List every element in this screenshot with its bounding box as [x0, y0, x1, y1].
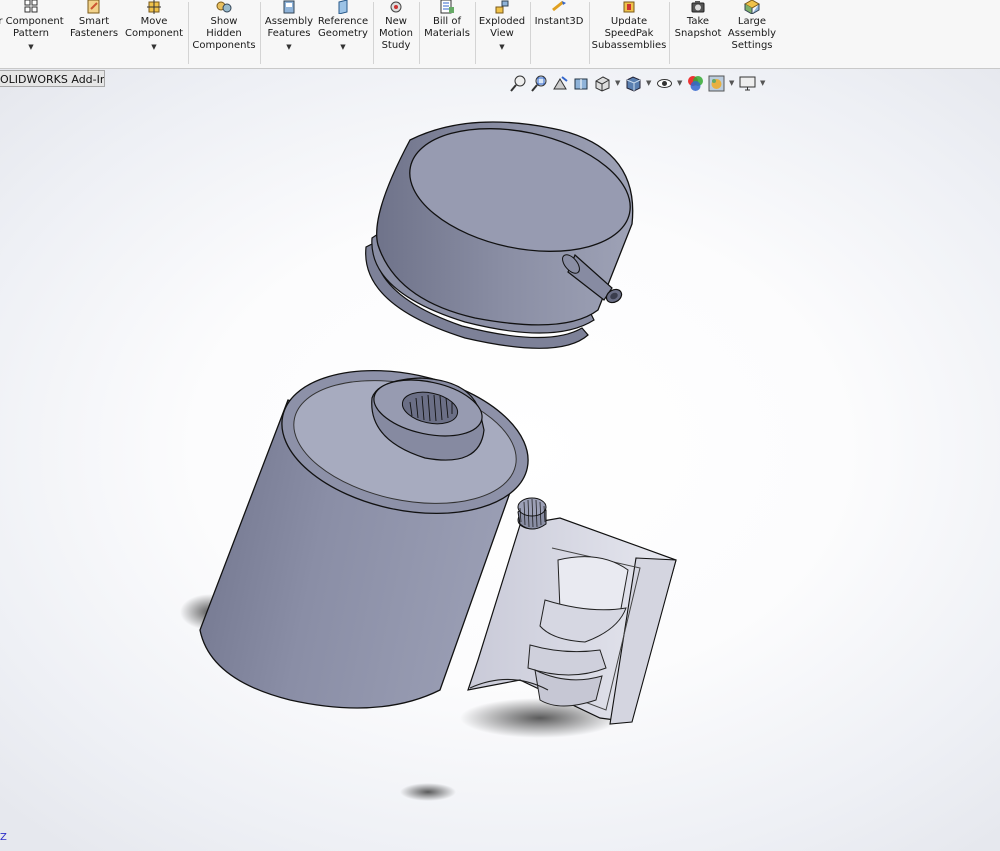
ribbon-button-label: Show Hidden Components: [192, 16, 256, 51]
ribbon-button-label: Update SpeedPak Subassemblies: [591, 16, 667, 51]
exploded-view-icon: [495, 0, 509, 14]
speedpak-icon: [623, 1, 635, 13]
chevron-down-icon[interactable]: ▼: [499, 41, 504, 53]
bill-of-materials-icon: [440, 0, 454, 14]
chevron-down-icon[interactable]: ▼: [151, 41, 156, 53]
reference-geometry-icon: [338, 0, 348, 14]
instant3d-icon: [552, 0, 566, 12]
ribbon-button-label: Bill of Materials: [424, 16, 470, 39]
model-mount-bracket[interactable]: [467, 517, 677, 725]
large-assembly-icon: [743, 0, 761, 14]
reference-geometry-button[interactable]: Reference Geometry ▼: [316, 0, 370, 66]
ribbon-button-label: New Motion Study: [379, 16, 413, 51]
camera-icon: [691, 1, 705, 13]
assembly-features-icon: [283, 0, 295, 14]
ribbon-separator: [475, 2, 476, 64]
new-motion-study-button[interactable]: New Motion Study: [375, 0, 417, 66]
exploded-view-button[interactable]: Exploded View ▼: [477, 0, 527, 66]
chevron-down-icon[interactable]: ▼: [28, 41, 33, 53]
show-hidden-components-button[interactable]: Show Hidden Components: [192, 0, 256, 66]
model-cap-part[interactable]: [365, 110, 642, 349]
ribbon-button-label: Large Assembly Settings: [727, 16, 777, 51]
linear-component-pattern-button[interactable]: r Component Pattern ▼: [0, 0, 66, 66]
ribbon-separator: [669, 2, 670, 64]
smart-fasteners-button[interactable]: Smart Fasteners: [68, 0, 120, 66]
move-component-icon: [147, 0, 161, 14]
ribbon-button-label: Assembly Features: [264, 16, 314, 39]
ribbon-separator: [260, 2, 261, 64]
ribbon-separator: [373, 2, 374, 64]
component-pattern-icon: [24, 0, 38, 13]
instant3d-button[interactable]: Instant3D: [532, 0, 586, 66]
ribbon-button-label: Move Component: [124, 16, 184, 39]
ribbon-button-label: Smart Fasteners: [69, 16, 119, 39]
chevron-down-icon[interactable]: ▼: [286, 41, 291, 53]
reference-triad-z-label: Z: [0, 832, 7, 843]
smart-fasteners-icon: [87, 0, 100, 14]
large-assembly-settings-button[interactable]: Large Assembly Settings: [726, 0, 778, 66]
ribbon-button-label: Reference Geometry: [317, 16, 369, 39]
ribbon-button-label: Take Snapshot: [674, 16, 722, 39]
bill-of-materials-button[interactable]: Bill of Materials: [421, 0, 473, 66]
update-speedpak-button[interactable]: Update SpeedPak Subassemblies: [592, 0, 666, 66]
move-component-button[interactable]: Move Component ▼: [124, 0, 184, 66]
take-snapshot-button[interactable]: Take Snapshot: [673, 0, 723, 66]
command-manager-ribbon: r Component Pattern ▼ Smart Fasteners Mo…: [0, 0, 1000, 69]
ribbon-button-label: r Component Pattern: [0, 16, 64, 39]
assembly-features-button[interactable]: Assembly Features ▼: [263, 0, 315, 66]
ribbon-separator: [589, 2, 590, 64]
ribbon-separator: [419, 2, 420, 64]
show-hidden-components-icon: [216, 1, 232, 13]
chevron-down-icon[interactable]: ▼: [340, 41, 345, 53]
ribbon-button-label: Instant3D: [534, 16, 584, 27]
ribbon-separator: [530, 2, 531, 64]
ribbon-separator: [188, 2, 189, 64]
motion-study-icon: [390, 1, 402, 13]
assembly-model-render[interactable]: [0, 69, 1000, 851]
ribbon-button-label: Exploded View: [478, 16, 526, 39]
